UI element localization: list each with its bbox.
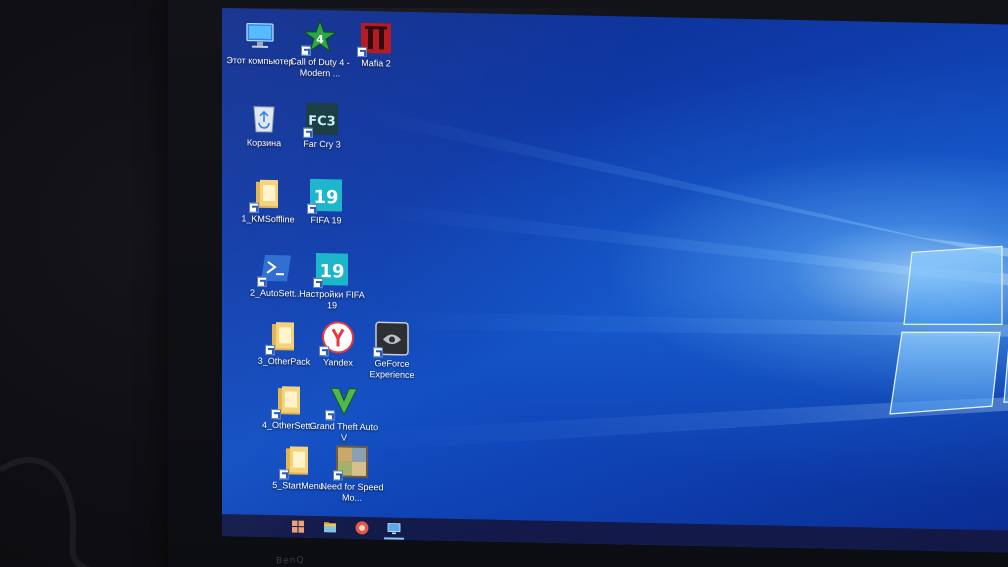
desktop-icon-label: Far Cry 3 — [303, 138, 341, 150]
desktop-screen[interactable]: Этот компьютер 4 Call of Duty 4 - Modern… — [222, 8, 1008, 553]
desktop-icon-fifa-19-settings[interactable]: 19 Настройки FIFA 19 — [296, 248, 368, 320]
desktop-icon-label: FIFA 19 — [310, 214, 342, 226]
photo-scene: BenQ Этот компьютер 4 Call of Duty 4 - M… — [0, 0, 1008, 567]
this-pc-icon — [246, 22, 274, 48]
desktop-icon-label: Mafia 2 — [361, 57, 391, 69]
desktop-icon-label: Настройки FIFA 19 — [299, 288, 365, 311]
shortcut-arrow-icon — [325, 410, 335, 421]
file-explorer-icon — [324, 522, 336, 533]
yandex-browser-icon — [355, 521, 369, 535]
shortcut-arrow-icon — [333, 470, 343, 481]
svg-text:19: 19 — [313, 187, 338, 209]
desktop-icon-need-for-speed[interactable]: Need for Speed Mo... — [316, 440, 388, 512]
svg-text:19: 19 — [319, 261, 344, 283]
desktop-icon-label: Need for Speed Mo... — [320, 481, 384, 503]
monitor-brand-logo: BenQ — [275, 555, 305, 567]
taskbar-file-explorer[interactable] — [314, 516, 346, 539]
shortcut-arrow-icon — [357, 46, 367, 58]
shortcut-arrow-icon — [257, 276, 267, 287]
desktop-icon-fifa-19[interactable]: 19 FIFA 19 — [290, 173, 362, 245]
shortcut-arrow-icon — [373, 347, 383, 358]
svg-text:4: 4 — [316, 33, 324, 46]
windows-start-icon — [292, 520, 304, 533]
shortcut-arrow-icon — [313, 277, 323, 289]
shortcut-arrow-icon — [319, 346, 329, 357]
taskbar-start-button[interactable] — [282, 515, 314, 538]
shortcut-arrow-icon — [249, 202, 259, 213]
taskbar-yandex-browser[interactable] — [346, 517, 378, 540]
monitor-app-icon — [387, 523, 401, 535]
shortcut-arrow-icon — [279, 469, 289, 480]
desktop-icon-label: GeForce Experience — [369, 358, 415, 381]
shortcut-arrow-icon — [307, 203, 317, 214]
recycle-bin-icon — [253, 106, 275, 133]
desktop-icon-far-cry-3[interactable]: FC3 Far Cry 3 — [286, 97, 358, 169]
cable-icon — [0, 457, 91, 567]
desktop-icon-mafia-2[interactable]: Mafia 2 — [340, 16, 412, 88]
shortcut-arrow-icon — [265, 344, 275, 356]
shortcut-arrow-icon — [271, 409, 281, 420]
shortcut-arrow-icon — [303, 127, 313, 138]
shortcut-arrow-icon — [301, 45, 311, 56]
desktop-icon-geforce-experience[interactable]: GeForce Experience — [356, 317, 428, 389]
taskbar-active-app[interactable] — [378, 517, 410, 540]
desktop-icons: Этот компьютер 4 Call of Duty 4 - Modern… — [222, 8, 1008, 535]
